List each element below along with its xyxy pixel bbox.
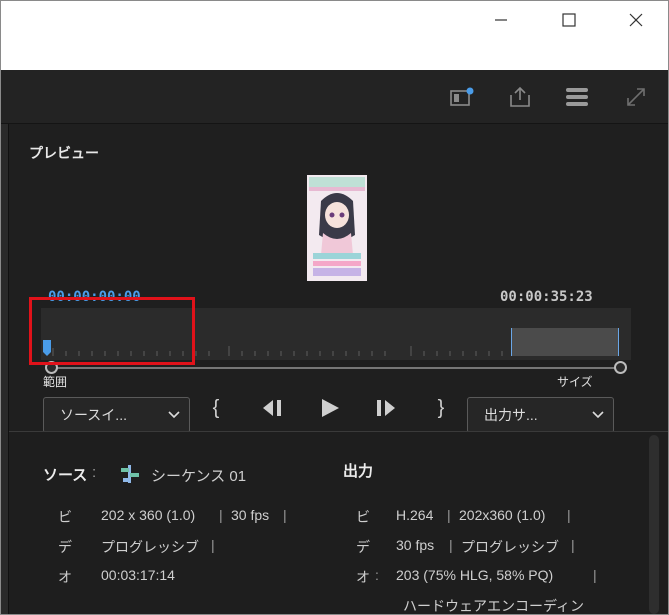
step-back-icon bbox=[263, 400, 281, 416]
range-dropdown[interactable]: ソースイ... bbox=[43, 397, 190, 433]
output-bitrate-value: 203 (75% HLG, 58% PQ) bbox=[396, 567, 554, 583]
output-scan-value: プログレッシブ bbox=[461, 539, 559, 555]
separator: | bbox=[593, 567, 597, 583]
source-heading: ソース bbox=[43, 467, 88, 484]
maximize-icon bbox=[562, 13, 576, 27]
chevron-down-icon bbox=[583, 411, 613, 419]
source-field-value: プログレッシブ bbox=[101, 539, 199, 555]
separator: | bbox=[449, 537, 453, 553]
separator: | bbox=[219, 507, 223, 523]
source-duration-value: 00:03:17:14 bbox=[101, 567, 175, 583]
source-video-key: ビ bbox=[58, 509, 72, 525]
source-video-value: 202 x 360 (1.0) bbox=[101, 507, 196, 523]
share-icon[interactable] bbox=[505, 82, 535, 112]
close-button[interactable] bbox=[613, 7, 659, 33]
queue-icon[interactable] bbox=[447, 82, 477, 112]
expand-icon[interactable] bbox=[621, 82, 651, 112]
close-icon bbox=[629, 13, 643, 27]
output-video-key: ビ bbox=[356, 509, 370, 525]
preview-thumbnail bbox=[307, 175, 367, 281]
output-encoding-value: ハードウェアエンコーディン bbox=[403, 598, 585, 614]
panel-edge bbox=[1, 124, 9, 614]
separator: | bbox=[211, 537, 215, 553]
range-slider-track[interactable] bbox=[51, 367, 623, 369]
title-bar bbox=[1, 1, 668, 70]
minimize-button[interactable] bbox=[478, 7, 524, 33]
sequence-name: シーケンス 01 bbox=[151, 468, 247, 485]
output-range-selection[interactable] bbox=[511, 328, 619, 356]
range-label: 範囲 bbox=[43, 375, 68, 389]
range-end-handle[interactable] bbox=[614, 361, 627, 374]
play-button[interactable] bbox=[313, 390, 347, 426]
highlight-box bbox=[29, 297, 195, 365]
output-codec-value: H.264 bbox=[396, 507, 434, 523]
preview-title: プレビュー bbox=[29, 145, 99, 161]
size-label: サイズ bbox=[557, 375, 593, 389]
panel-toolbar bbox=[1, 70, 668, 124]
output-fps-value: 30 fps bbox=[396, 537, 435, 553]
separator: | bbox=[283, 507, 287, 523]
output-field-key: デ bbox=[356, 539, 370, 555]
chevron-down-icon bbox=[159, 411, 189, 419]
mark-out-button[interactable]: } bbox=[429, 390, 453, 426]
step-forward-icon bbox=[377, 400, 395, 416]
range-dropdown-value: ソースイ... bbox=[60, 407, 127, 423]
summary-scrollbar[interactable] bbox=[649, 435, 659, 614]
separator: | bbox=[567, 507, 571, 523]
output-resolution-value: 202x360 (1.0) bbox=[459, 507, 546, 523]
separator: | bbox=[447, 507, 451, 523]
source-colon: : bbox=[92, 464, 97, 481]
timecode-end: 00:00:35:23 bbox=[500, 289, 593, 305]
source-audio-key: オ bbox=[58, 569, 72, 585]
play-icon bbox=[322, 399, 339, 417]
source-field-key: デ bbox=[58, 539, 72, 555]
sequence-icon bbox=[119, 463, 141, 490]
output-heading: 出力 bbox=[343, 463, 374, 480]
size-dropdown-value: 出力サ... bbox=[484, 407, 538, 423]
maximize-button[interactable] bbox=[546, 7, 592, 33]
mark-in-button[interactable]: { bbox=[204, 390, 228, 426]
separator: | bbox=[571, 537, 575, 553]
minimize-icon bbox=[495, 19, 507, 21]
output-colon: : bbox=[375, 567, 379, 583]
source-video-fps: 30 fps bbox=[231, 507, 270, 523]
output-audio-key: オ bbox=[356, 569, 370, 585]
step-forward-button[interactable] bbox=[369, 390, 403, 426]
step-back-button[interactable] bbox=[255, 390, 289, 426]
size-dropdown[interactable]: 出力サ... bbox=[467, 397, 614, 433]
stack-icon[interactable] bbox=[562, 82, 592, 112]
